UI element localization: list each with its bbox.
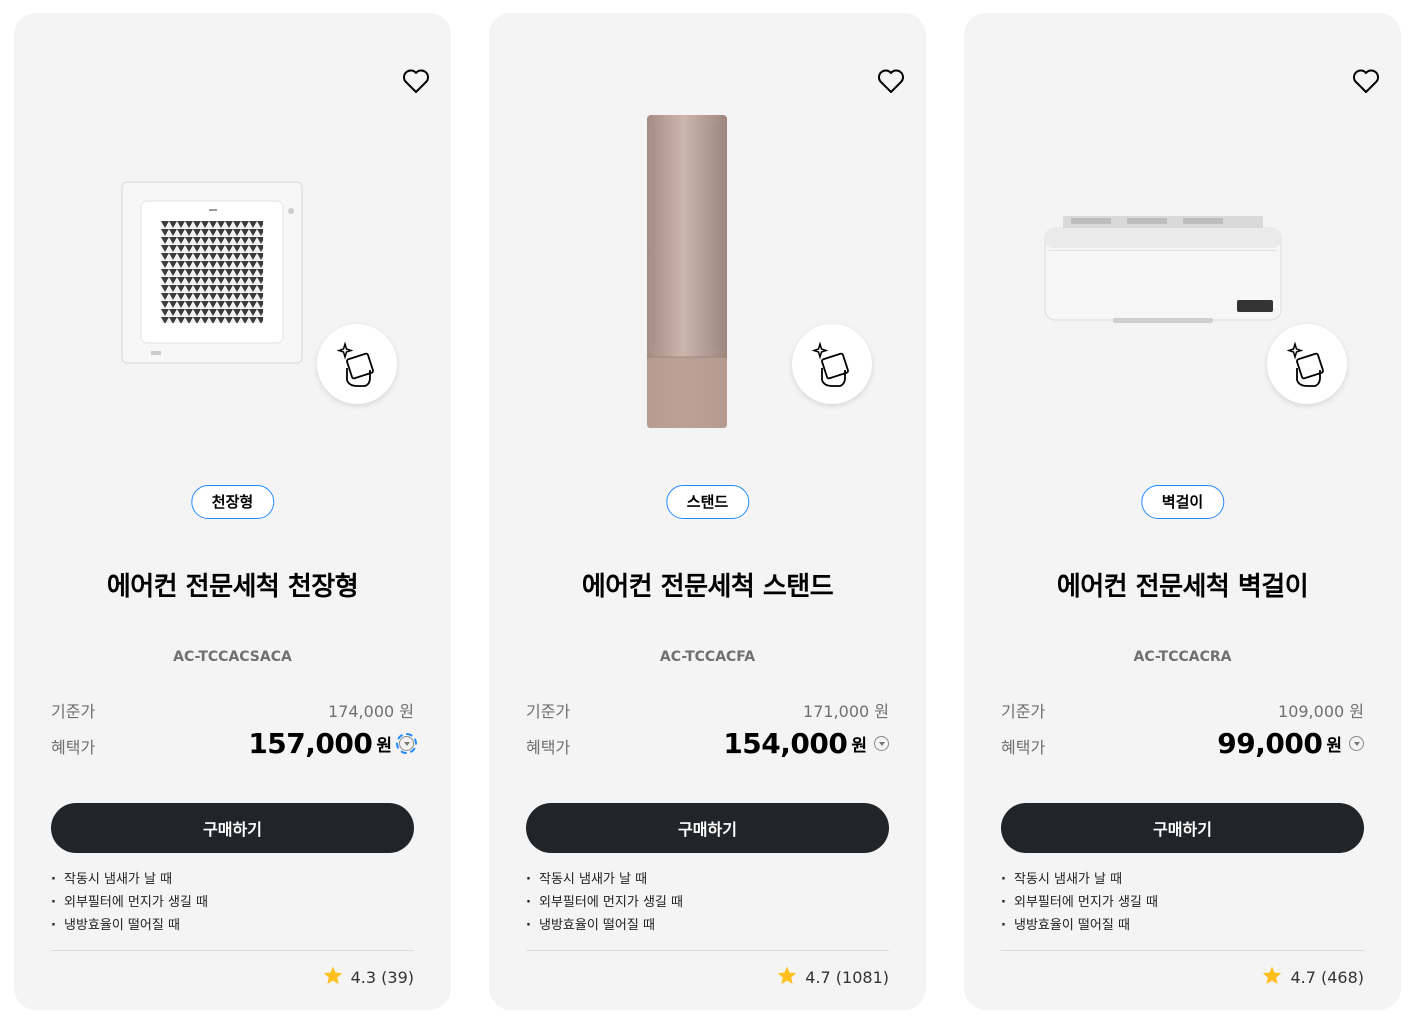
benefit-price-label: 혜택가	[526, 738, 571, 757]
feature-item: 외부필터에 먼지가 생길 때	[51, 891, 414, 914]
product-title[interactable]: 에어컨 전문세척 천장형	[14, 566, 451, 603]
benefit-price: 154,000 원	[723, 727, 889, 760]
cleaning-service-icon	[317, 324, 397, 404]
benefit-price-value: 99,000	[1217, 727, 1323, 760]
currency-unit: 원	[1326, 736, 1342, 756]
currency-unit: 원	[376, 736, 392, 756]
rating[interactable]: 4.7 (468)	[1262, 966, 1364, 989]
benefit-price: 99,000 원	[1217, 727, 1364, 760]
benefit-price: 157,000 원	[248, 727, 417, 760]
benefit-price-row: 혜택가 157,000 원	[51, 727, 417, 760]
category-tag: 천장형	[190, 485, 275, 519]
rating-value: 4.7 (1081)	[805, 968, 889, 987]
benefit-price-value: 157,000	[248, 727, 373, 760]
benefit-price-row: 혜택가 154,000 원	[526, 727, 889, 760]
wall-aircon-image[interactable]	[1043, 216, 1283, 324]
standard-price-label: 기준가	[526, 702, 571, 721]
heart-icon[interactable]	[1351, 67, 1381, 95]
feature-item: 작동시 냄새가 날 때	[51, 868, 414, 891]
feature-item: 냉방효율이 떨어질 때	[1001, 914, 1364, 937]
price-detail-icon[interactable]	[874, 736, 889, 751]
price-detail-icon[interactable]	[396, 733, 417, 754]
product-title[interactable]: 에어컨 전문세척 벽걸이	[964, 566, 1401, 603]
star-icon	[1262, 966, 1282, 989]
feature-item: 냉방효율이 떨어질 때	[526, 914, 889, 937]
feature-item: 작동시 냄새가 날 때	[526, 868, 889, 891]
rating-value: 4.7 (468)	[1290, 968, 1364, 987]
model-code: AC-TCCACRA	[1133, 649, 1232, 665]
standard-price: 171,000 원	[803, 702, 889, 721]
feature-list: 작동시 냄새가 날 때 외부필터에 먼지가 생길 때 냉방효율이 떨어질 때	[51, 868, 414, 937]
benefit-price-row: 혜택가 99,000 원	[1001, 727, 1364, 760]
benefit-price-label: 혜택가	[1001, 738, 1046, 757]
star-icon	[323, 966, 343, 989]
divider	[526, 950, 889, 951]
benefit-price-value: 154,000	[723, 727, 848, 760]
standard-price-row: 기준가 171,000 원	[526, 698, 889, 722]
rating[interactable]: 4.7 (1081)	[777, 966, 889, 989]
product-title[interactable]: 에어컨 전문세척 스탠드	[489, 566, 926, 603]
divider	[1001, 950, 1364, 951]
cleaning-service-icon	[792, 324, 872, 404]
standard-price-row: 기준가 109,000 원	[1001, 698, 1364, 722]
divider	[51, 950, 414, 951]
feature-item: 외부필터에 먼지가 생길 때	[1001, 891, 1364, 914]
standard-price-row: 기준가 174,000 원	[51, 698, 414, 722]
standard-price-label: 기준가	[51, 702, 96, 721]
rating[interactable]: 4.3 (39)	[323, 966, 414, 989]
stand-aircon-image[interactable]	[646, 114, 728, 429]
product-card: 벽걸이 에어컨 전문세척 벽걸이 AC-TCCACRA 기준가 109,000 …	[964, 13, 1401, 1010]
model-code: AC-TCCACSACA	[173, 649, 292, 665]
ceiling-aircon-image[interactable]	[121, 181, 303, 364]
product-card: 스탠드 에어컨 전문세척 스탠드 AC-TCCACFA 기준가 171,000 …	[489, 13, 926, 1010]
feature-item: 외부필터에 먼지가 생길 때	[526, 891, 889, 914]
heart-icon[interactable]	[876, 67, 906, 95]
model-code: AC-TCCACFA	[659, 649, 756, 665]
star-icon	[777, 966, 797, 989]
feature-item: 작동시 냄새가 날 때	[1001, 868, 1364, 891]
buy-button[interactable]: 구매하기	[51, 803, 414, 853]
cleaning-service-icon	[1267, 324, 1347, 404]
buy-button[interactable]: 구매하기	[526, 803, 889, 853]
product-card: 천장형 에어컨 전문세척 천장형 AC-TCCACSACA 기준가 174,00…	[14, 13, 451, 1010]
heart-icon[interactable]	[401, 67, 431, 95]
price-detail-icon[interactable]	[1349, 736, 1364, 751]
feature-list: 작동시 냄새가 날 때 외부필터에 먼지가 생길 때 냉방효율이 떨어질 때	[1001, 868, 1364, 937]
benefit-price-label: 혜택가	[51, 738, 96, 757]
standard-price-label: 기준가	[1001, 702, 1046, 721]
feature-list: 작동시 냄새가 날 때 외부필터에 먼지가 생길 때 냉방효율이 떨어질 때	[526, 868, 889, 937]
feature-item: 냉방효율이 떨어질 때	[51, 914, 414, 937]
standard-price: 174,000 원	[328, 702, 414, 721]
buy-button[interactable]: 구매하기	[1001, 803, 1364, 853]
rating-value: 4.3 (39)	[350, 968, 414, 987]
standard-price: 109,000 원	[1278, 702, 1364, 721]
category-tag: 스탠드	[665, 485, 750, 519]
category-tag: 벽걸이	[1140, 485, 1225, 519]
currency-unit: 원	[851, 736, 867, 756]
